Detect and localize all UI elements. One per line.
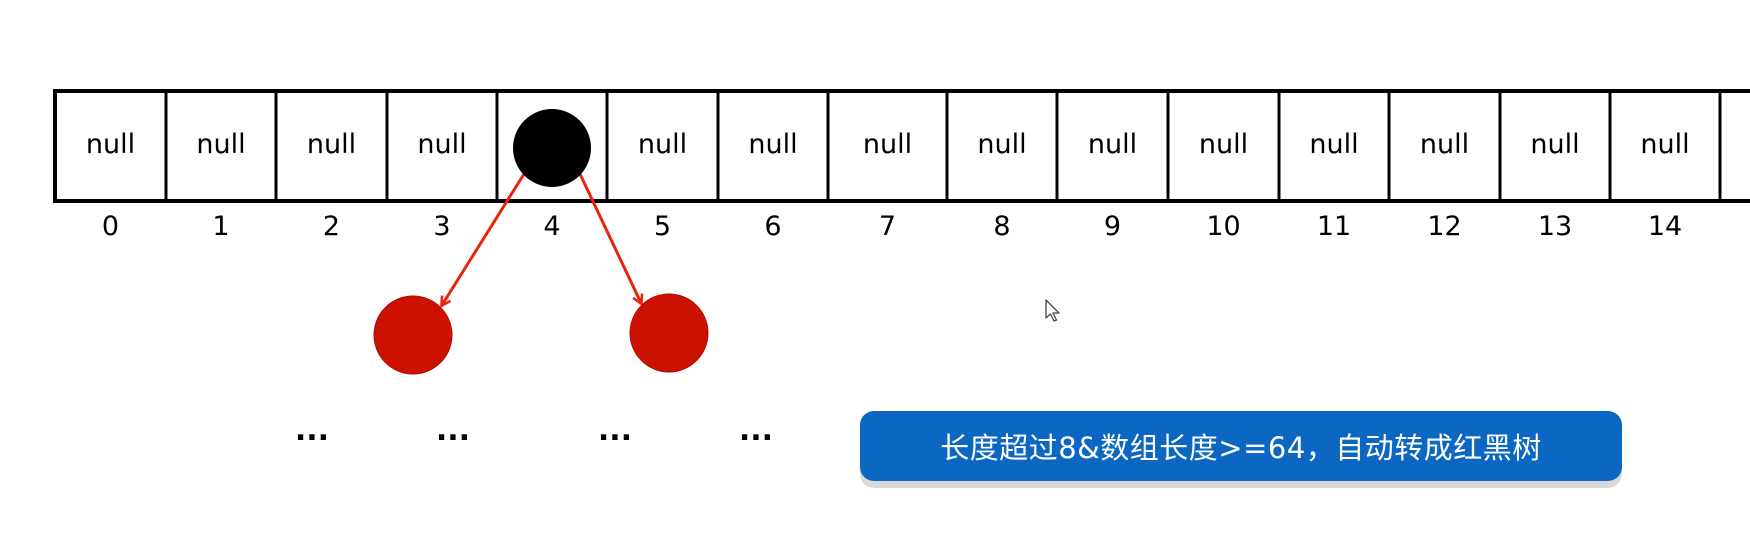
array-index-label: 2 xyxy=(323,211,340,242)
red-black-tree-condition-note: 长度超过8&数组长度>=64，自动转成红黑树 xyxy=(860,411,1622,481)
right-arrow xyxy=(578,173,641,303)
array-cell-value: null xyxy=(638,129,687,160)
array-index-label: 13 xyxy=(1538,211,1572,242)
array-cell-value: null xyxy=(1199,129,1248,160)
ellipsis-2: ... xyxy=(436,413,470,448)
mouse-cursor-icon xyxy=(1045,299,1060,322)
array-index-label: 1 xyxy=(212,211,229,242)
ellipsis-4: ... xyxy=(739,413,773,448)
array-index-label: 3 xyxy=(433,211,450,242)
array-index-label: 5 xyxy=(654,211,671,242)
note-text: 长度超过8&数组长度>=64，自动转成红黑树 xyxy=(940,431,1542,465)
array-index-label: 7 xyxy=(879,211,896,242)
tree-root-node xyxy=(513,109,591,187)
array-index-label: 0 xyxy=(102,211,119,242)
array-cell-value: null xyxy=(1420,129,1469,160)
array-cell-value: null xyxy=(1088,129,1137,160)
array-cell-value: null xyxy=(196,129,245,160)
array-cell-value: null xyxy=(748,129,797,160)
array-index-label: 6 xyxy=(764,211,781,242)
array-cell-value: null xyxy=(977,129,1026,160)
array-index-label: 10 xyxy=(1206,211,1240,242)
array-index-label: 11 xyxy=(1317,211,1351,242)
tree-right-child-node xyxy=(629,293,709,373)
array-index-label: 12 xyxy=(1427,211,1461,242)
array-cell-value: null xyxy=(1640,129,1689,160)
array-cell-value: null xyxy=(417,129,466,160)
array-cell-value: null xyxy=(1530,129,1579,160)
ellipsis-1: ... xyxy=(295,413,329,448)
array-cell-value: null xyxy=(307,129,356,160)
ellipsis-group: ... ... ... ... xyxy=(295,413,773,448)
tree-left-child-node xyxy=(373,295,453,375)
array-index-label: 14 xyxy=(1648,211,1682,242)
left-arrow xyxy=(442,173,526,305)
array-cell-value: null xyxy=(863,129,912,160)
array-cell-value: null xyxy=(1309,129,1358,160)
array-index-label: 4 xyxy=(543,211,560,242)
array-index-label: 9 xyxy=(1104,211,1121,242)
ellipsis-3: ... xyxy=(598,413,632,448)
array-index-label: 8 xyxy=(993,211,1010,242)
array-cell-value: null xyxy=(86,129,135,160)
